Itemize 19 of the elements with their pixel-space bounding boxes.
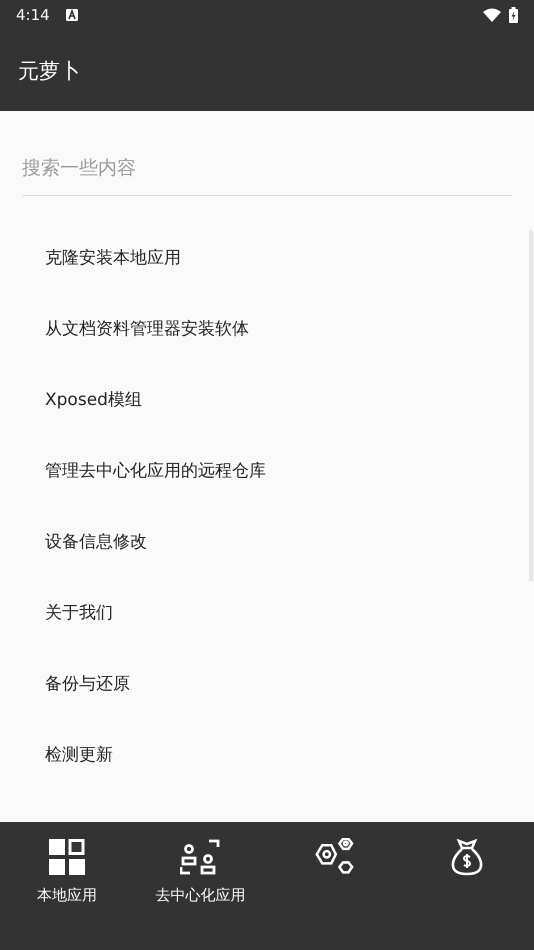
wifi-icon <box>483 8 501 22</box>
menu-item[interactable]: 克隆安装本地应用 <box>45 246 181 269</box>
menu-item[interactable]: 检测更新 <box>45 743 113 766</box>
notification-icon <box>66 9 78 21</box>
menu-item[interactable]: 管理去中心化应用的远程仓库 <box>45 459 266 482</box>
menu-item[interactable]: 关于我们 <box>45 601 113 624</box>
status-time: 4:14 <box>16 6 50 24</box>
app-title: 元萝卜 <box>18 58 81 84</box>
money-bag-icon <box>450 838 484 876</box>
menu-item[interactable]: 备份与还原 <box>45 672 130 695</box>
search-field[interactable]: 搜索一些内容 <box>22 149 512 196</box>
nav-tab[interactable]: 本地应用 <box>0 838 134 905</box>
menu-item[interactable]: 设备信息修改 <box>45 530 147 553</box>
battery-icon <box>509 7 518 23</box>
menu-item[interactable]: Xposed模组 <box>45 388 142 411</box>
grid-icon <box>48 838 85 876</box>
people-icon <box>180 838 220 876</box>
menu-item[interactable]: 从文档资料管理器安装软体 <box>45 317 249 340</box>
nav-tab[interactable]: 去中心化应用 <box>134 838 267 905</box>
